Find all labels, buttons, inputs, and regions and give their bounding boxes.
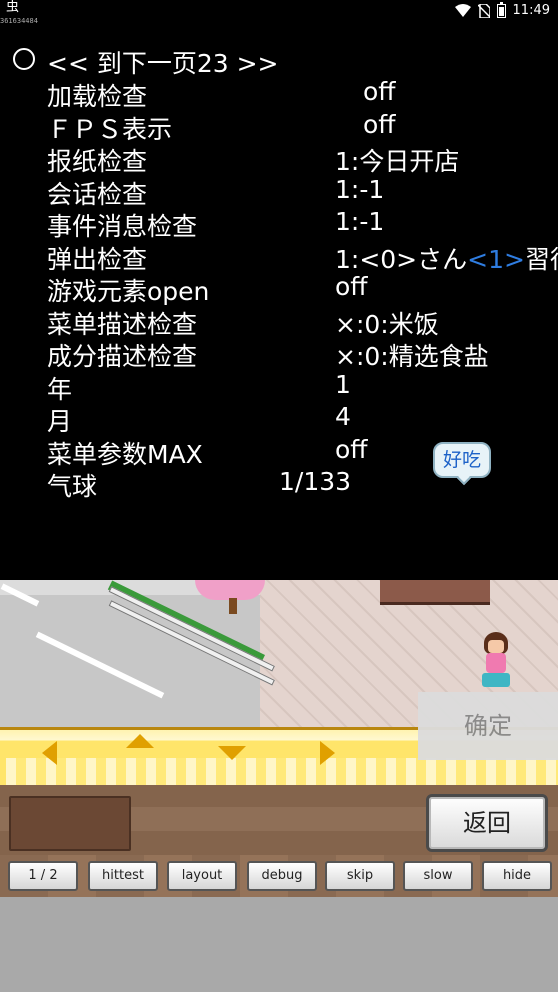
row-value: off <box>363 110 396 139</box>
debug-row-newspaper[interactable]: 报纸检查 1:今日开店 <box>0 142 558 176</box>
debug-row-ingredient-description[interactable]: 成分描述检查 ×:0:精选食盐 <box>0 337 558 371</box>
arrow-left-icon[interactable] <box>42 741 57 765</box>
debug-button-row: 1 / 2 hittest layout debug skip slow hid… <box>0 861 558 893</box>
value-highlight: <1> <box>467 245 525 272</box>
row-value: 1:今日开店 <box>335 147 460 176</box>
wifi-icon <box>454 4 471 17</box>
row-value: off <box>335 272 368 301</box>
value-prefix: 1:<0>さん <box>335 245 468 272</box>
slow-button[interactable]: slow <box>403 861 473 891</box>
tree-trunk <box>229 598 237 614</box>
debug-row-conversation[interactable]: 会话检查 1:-1 <box>0 175 558 209</box>
message-panel <box>9 796 131 851</box>
status-bar: 虫 361634484 11:49 <box>0 0 558 26</box>
row-label: 菜单参数MAX <box>47 440 203 469</box>
row-label: 成分描述检查 <box>47 342 198 371</box>
row-value: 1:<0>さん<1>習得 <box>335 240 558 272</box>
clock: 11:49 <box>512 3 550 18</box>
page-nav-title[interactable]: << 到下一页23 >> <box>47 44 279 80</box>
row-label: 加载检查 <box>47 82 148 111</box>
row-label: 游戏元素open <box>47 277 210 306</box>
row-value: ×:0:精选食盐 <box>335 342 489 371</box>
debug-row-month[interactable]: 月 4 <box>0 402 558 436</box>
debug-button[interactable]: debug <box>247 861 317 891</box>
debug-row-year[interactable]: 年 1 <box>0 370 558 404</box>
building <box>380 580 490 605</box>
row-value: ×:0:米饭 <box>335 310 439 339</box>
toolbar-pattern <box>6 758 558 785</box>
status-icons: 11:49 <box>454 1 550 18</box>
row-label: ＦＰＳ表示 <box>47 115 173 144</box>
confirm-button[interactable]: 确定 <box>418 692 558 760</box>
row-label: 会话检查 <box>47 180 148 209</box>
notification-number: 361634484 <box>0 17 38 25</box>
back-button[interactable]: 返回 <box>426 794 548 852</box>
arrow-up-icon[interactable] <box>126 734 154 748</box>
row-label: 月 <box>47 407 73 436</box>
debug-row-game-element[interactable]: 游戏元素open off <box>0 272 558 306</box>
row-value: off <box>363 77 396 106</box>
arrow-down-icon[interactable] <box>218 746 246 760</box>
debug-row-popup[interactable]: 弹出检查 1:<0>さん<1>習得 <box>0 240 558 272</box>
cherry-tree <box>195 580 265 600</box>
layout-button[interactable]: layout <box>167 861 237 891</box>
character-face <box>488 640 504 653</box>
row-value: off <box>335 435 368 464</box>
radio-button[interactable] <box>13 48 35 70</box>
app-notification-icon: 虫 <box>6 0 20 15</box>
row-value: 1:-1 <box>335 175 385 204</box>
bottom-menu: 返回 1 / 2 hittest layout debug skip slow … <box>0 785 558 897</box>
debug-row-load-check[interactable]: 加载检查 off <box>0 77 558 111</box>
character-legs <box>482 673 510 687</box>
skip-button[interactable]: skip <box>325 861 395 891</box>
hide-button[interactable]: hide <box>482 861 552 891</box>
row-label: 弹出检查 <box>47 245 148 272</box>
row-value: 1/133 <box>279 467 352 496</box>
debug-row-fps[interactable]: ＦＰＳ表示 off <box>0 110 558 144</box>
empty-bottom-area <box>0 897 558 992</box>
row-label: 事件消息检查 <box>47 212 198 241</box>
battery-icon <box>496 1 506 18</box>
no-sim-icon <box>477 3 490 18</box>
debug-row-menu-description[interactable]: 菜单描述检查 ×:0:米饭 <box>0 305 558 339</box>
row-label: 菜单描述检查 <box>47 310 198 339</box>
speech-bubble: 好吃 <box>433 442 491 478</box>
value-suffix: 習得 <box>524 245 558 272</box>
row-value: 1 <box>335 370 351 399</box>
page-toggle-button[interactable]: 1 / 2 <box>8 861 78 891</box>
hittest-button[interactable]: hittest <box>88 861 158 891</box>
arrow-right-icon[interactable] <box>320 741 335 765</box>
row-label: 气球 <box>47 472 98 501</box>
row-label: 报纸检查 <box>47 147 148 176</box>
row-value: 1:-1 <box>335 207 385 236</box>
character-body <box>486 653 506 673</box>
row-value: 4 <box>335 402 351 431</box>
debug-row-event-message[interactable]: 事件消息检查 1:-1 <box>0 207 558 241</box>
row-label: 年 <box>47 375 73 404</box>
